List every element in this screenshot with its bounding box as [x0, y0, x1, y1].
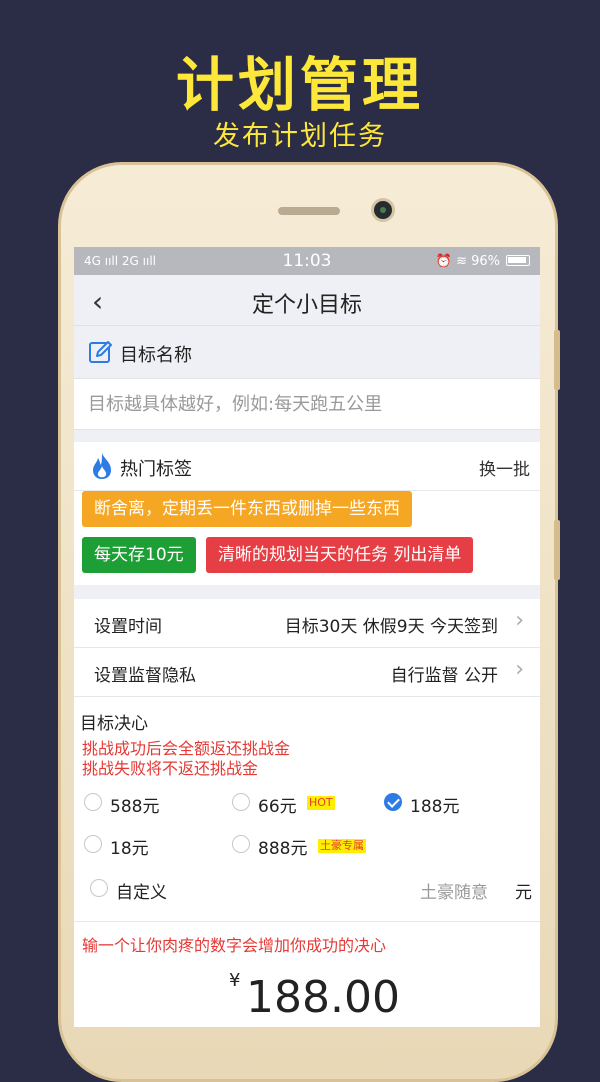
resolve-note-fail: 挑战失败将不返还挑战金	[82, 759, 259, 778]
goal-name-header: 目标名称	[74, 326, 540, 379]
page-title: 定个小目标	[251, 293, 362, 318]
hot-tags-list: 断舍离，定期丢一件东西或删掉一些东西 每天存10元 清晰的规划当天的任务 列出清…	[74, 491, 540, 585]
option-radio-888[interactable]	[232, 835, 250, 853]
amount-note: 输一个让你肉疼的数字会增加你成功的决心	[82, 936, 387, 955]
option-label-18[interactable]: 18元	[110, 834, 149, 859]
app-screen: 4G ııll 2G ııll 11:03 ⏰ ≋ 96% ‹ 定个小目标 目标…	[74, 247, 540, 1027]
tag-item[interactable]: 清晰的规划当天的任务 列出清单	[206, 537, 474, 573]
amount-value: 188.00	[246, 972, 400, 1023]
amount-section: 输一个让你肉疼的数字会增加你成功的决心 ¥ 188.00	[74, 921, 540, 1027]
option-label-66[interactable]: 66元	[258, 792, 297, 817]
status-bar: 4G ııll 2G ııll 11:03 ⏰ ≋ 96%	[74, 247, 540, 275]
set-privacy-row[interactable]: 设置监督隐私 自行监督 公开 ›	[74, 648, 540, 697]
option-radio-18[interactable]	[84, 835, 102, 853]
tag-item[interactable]: 断舍离，定期丢一件东西或删掉一些东西	[82, 491, 412, 527]
promo-title: 计划管理	[175, 51, 424, 119]
tag-item[interactable]: 每天存10元	[82, 537, 196, 573]
edit-icon	[88, 339, 114, 369]
refresh-tags-button[interactable]: 换一批	[479, 455, 530, 480]
set-time-label: 设置时间	[94, 617, 162, 637]
status-icons: ⏰ ≋ 96%	[435, 254, 500, 269]
custom-amount-input[interactable]: 土豪随意	[420, 878, 488, 903]
option-label-188[interactable]: 188元	[410, 792, 459, 817]
section-gap	[74, 430, 540, 442]
chevron-right-icon: ›	[515, 608, 524, 633]
nav-bar: ‹ 定个小目标	[74, 275, 540, 326]
hot-tags-header: 热门标签 换一批	[74, 442, 540, 491]
phone-volume-button	[554, 330, 560, 390]
promo-subtitle: 发布计划任务	[213, 121, 387, 152]
currency-symbol: ¥	[229, 970, 241, 991]
set-time-value: 目标30天 休假9天 今天签到	[284, 617, 498, 637]
option-label-custom[interactable]: 自定义	[116, 878, 167, 903]
set-time-row[interactable]: 设置时间 目标30天 休假9天 今天签到 ›	[74, 599, 540, 648]
goal-name-input[interactable]	[86, 387, 530, 421]
hot-badge: HOT	[307, 796, 335, 810]
option-radio-66[interactable]	[232, 793, 250, 811]
flame-icon	[90, 452, 114, 484]
option-radio-588[interactable]	[84, 793, 102, 811]
vip-badge: 土豪专属	[318, 839, 366, 853]
goal-name-label: 目标名称	[120, 345, 192, 366]
chevron-right-icon: ›	[515, 657, 524, 682]
goal-name-row	[74, 379, 540, 430]
option-label-588[interactable]: 588元	[110, 792, 159, 817]
set-privacy-label: 设置监督隐私	[94, 666, 196, 686]
phone-speaker	[278, 207, 340, 215]
phone-power-button	[554, 520, 560, 580]
option-radio-188[interactable]	[384, 793, 402, 811]
option-label-888[interactable]: 888元	[258, 834, 307, 859]
phone-camera	[374, 201, 392, 219]
battery-icon	[506, 255, 530, 266]
custom-unit: 元	[515, 883, 532, 903]
hot-tags-label: 热门标签	[120, 459, 192, 480]
resolve-section: 目标决心 挑战成功后会全额返还挑战金 挑战失败将不返还挑战金 588元 66元 …	[74, 697, 540, 921]
option-radio-custom[interactable]	[90, 879, 108, 897]
section-gap	[74, 585, 540, 599]
set-privacy-value: 自行监督 公开	[390, 666, 498, 686]
resolve-title: 目标决心	[80, 714, 148, 734]
